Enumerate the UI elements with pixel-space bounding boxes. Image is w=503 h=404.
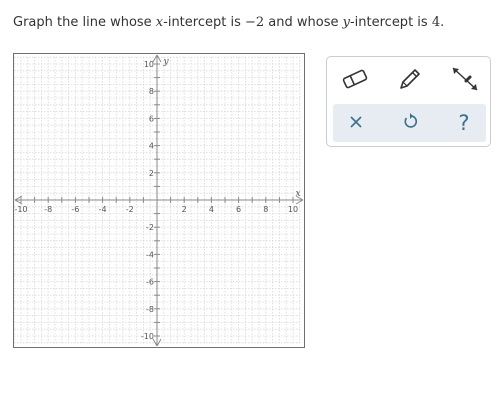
y-tick-label: -10 [141,332,154,341]
x-tick-label: -10 [14,205,27,214]
line-tool[interactable] [445,62,485,99]
question-text: Graph the line whose x-intercept is −2 a… [13,15,444,30]
y-axis-label: y [162,57,169,67]
action-row: ? [333,104,486,142]
y-tick-label: 4 [149,142,154,151]
x-tick-label: 10 [288,205,298,214]
question-part-4: -intercept is [349,15,432,30]
y-tick-label: 10 [144,60,154,69]
x-tick-label: 4 [209,205,214,214]
question-part-1: Graph the line whose [13,15,156,30]
graph-canvas[interactable]: -10 -8 -6 -4 -2 2 4 6 8 10 10 8 6 4 2 -2 -4 -6 -8 -10 x y [14,54,304,347]
y-tick-label: 2 [149,169,154,178]
line-segment-icon [450,65,480,97]
question-part-5: . [440,15,445,30]
x-tick-label: -4 [99,205,107,214]
question-part-2: -intercept is [163,15,245,30]
y-tick-label: 8 [149,87,154,96]
x-tick-label: 2 [182,205,187,214]
y-tick-label: 6 [149,114,154,123]
eraser-icon [341,68,369,94]
question-part-3: and whose [264,15,343,30]
x-intercept-value: −2 [244,15,265,30]
x-tick-label: -6 [71,205,79,214]
pencil-icon [397,66,423,96]
eraser-tool[interactable] [335,62,375,99]
y-variable: y [342,15,350,30]
x-tick-label: 8 [263,205,268,214]
pencil-tool[interactable] [390,62,430,99]
y-tick-label: -4 [146,250,154,259]
tool-row [332,62,485,99]
y-tick-label: -8 [146,305,154,314]
question-icon: ? [458,110,470,135]
undo-icon [402,112,418,134]
y-tick-label: -2 [146,223,154,232]
coordinate-graph[interactable]: -10 -8 -6 -4 -2 2 4 6 8 10 10 8 6 4 2 -2 -4 -6 -8 -10 x y [13,53,305,348]
x-tick-label: -8 [44,205,52,214]
help-button[interactable]: ? [444,104,484,142]
y-tick-label: -6 [146,278,154,287]
x-tick-label: -2 [126,205,134,214]
y-intercept-value: 4 [431,15,441,30]
x-tick-label: 6 [236,205,241,214]
undo-button[interactable] [390,104,430,142]
clear-button[interactable] [336,104,376,142]
x-axis-label: x [295,189,300,199]
graphing-toolbox: ? [326,56,491,147]
close-icon [349,114,363,133]
